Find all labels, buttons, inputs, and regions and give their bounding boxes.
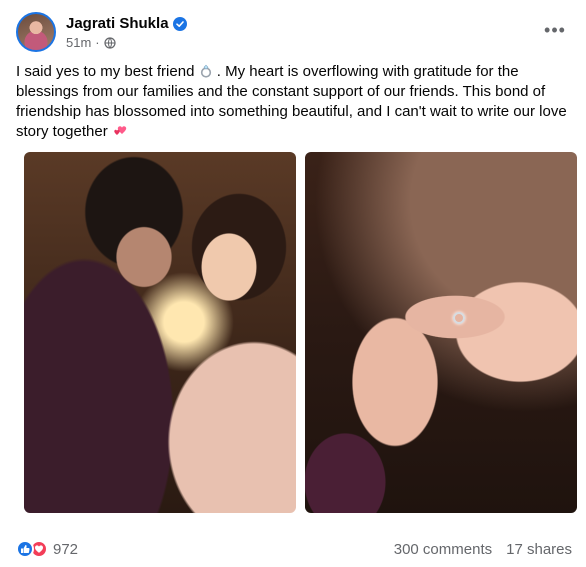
facebook-post: Jagrati Shukla 51m · ••• I said yes to m… xyxy=(0,0,586,567)
couple-photo[interactable] xyxy=(24,152,296,513)
engagement-stats: 300 comments 17 shares xyxy=(394,541,572,558)
verified-badge-icon xyxy=(172,16,187,31)
reactions-summary[interactable]: 972 xyxy=(16,540,78,558)
like-reaction-icon xyxy=(16,540,34,558)
reaction-count: 972 xyxy=(53,540,79,558)
more-options-icon[interactable]: ••• xyxy=(540,18,570,42)
ring-hands-photo[interactable] xyxy=(305,152,577,513)
post-meta: 51m · xyxy=(66,35,116,50)
two-hearts-emoji-icon xyxy=(112,124,128,138)
post-time[interactable]: 51m xyxy=(66,35,91,50)
globe-icon xyxy=(104,36,116,49)
author-avatar[interactable] xyxy=(16,12,56,52)
photo-grid xyxy=(24,152,577,513)
post-caption: I said yes to my best friend . My heart … xyxy=(16,62,572,142)
author-name[interactable]: Jagrati Shukla xyxy=(66,15,169,32)
post-footer: 972 300 comments 17 shares xyxy=(16,540,572,562)
comments-count[interactable]: 300 comments xyxy=(394,541,492,558)
ring-emoji-icon xyxy=(199,64,213,78)
author-name-row: Jagrati Shukla xyxy=(66,15,187,32)
caption-part-1: I said yes to my best friend xyxy=(16,63,199,80)
engagement-ring xyxy=(453,312,465,324)
shares-count[interactable]: 17 shares xyxy=(506,541,572,558)
separator-dot: · xyxy=(95,35,100,50)
post-header: Jagrati Shukla 51m · ••• xyxy=(16,12,570,54)
